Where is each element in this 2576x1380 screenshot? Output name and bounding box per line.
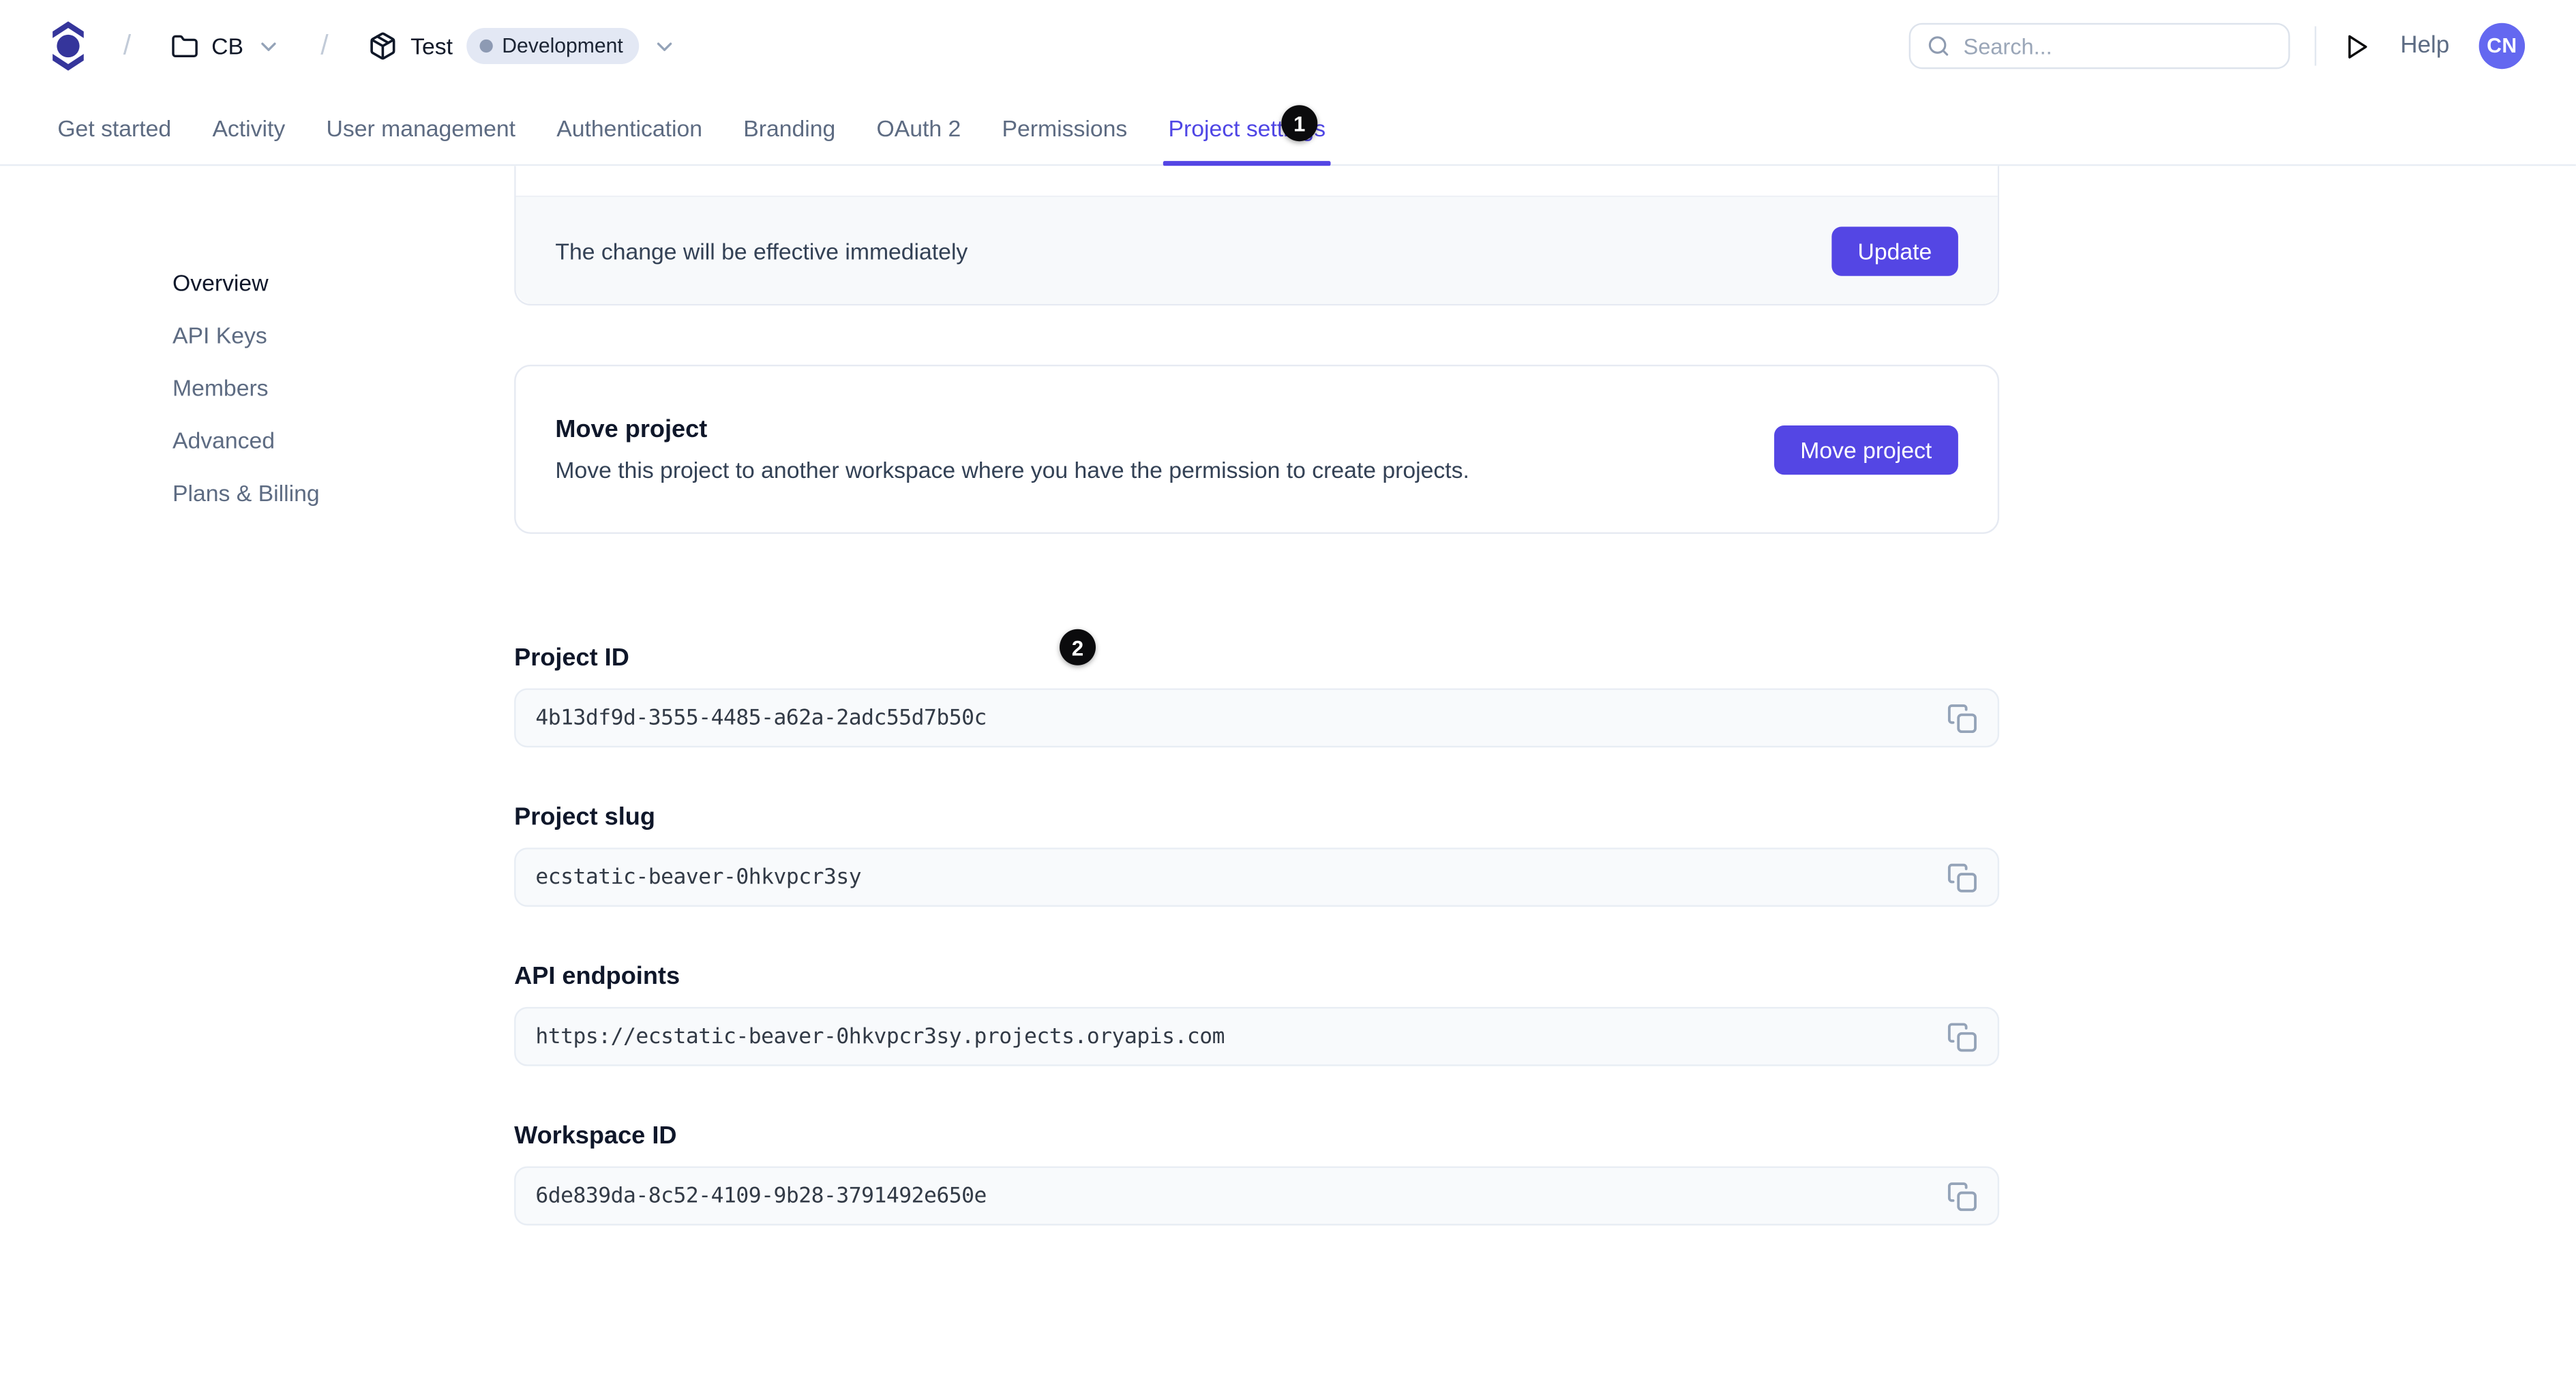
field-value-box: 4b13df9d-3555-4485-a62a-2adc55d7b50c [514,688,2000,748]
update-card: The change will be effective immediately… [514,166,2000,306]
move-project-button[interactable]: Move project [1773,424,1958,475]
tab-oauth2[interactable]: OAuth 2 [871,92,965,164]
annotation-badge-1: 1 [1281,105,1318,142]
search-box [1909,22,2290,70]
sidebar-item-plans-billing[interactable]: Plans & Billing [173,481,320,505]
environment-dot-icon [479,39,492,53]
field-label: Project ID [514,644,629,672]
sidebar-item-advanced[interactable]: Advanced [173,429,275,452]
search-icon [1928,35,1951,58]
avatar[interactable]: CN [2478,22,2526,70]
field-project-id: Project ID 4b13df9d-3555-4485-a62a-2adc5… [514,644,2000,748]
move-project-text: Move project Move this project to anothe… [555,416,1469,483]
copy-icon [1947,1022,1977,1051]
field-api-endpoints: API endpoints https://ecstatic-beaver-0h… [514,962,2000,1066]
search-input[interactable] [1963,33,2273,59]
field-value-box: https://ecstatic-beaver-0hkvpcr3sy.proje… [514,1006,2000,1066]
tab-branding[interactable]: Branding [738,92,840,164]
top-header: / CB / Test Development Search... Help C… [0,0,2576,92]
field-project-slug: Project slug ecstatic-beaver-0hkvpcr3sy [514,803,2000,907]
update-card-body [515,166,1998,196]
copy-icon [1947,1181,1977,1210]
main-content: The change will be effective immediately… [514,166,2000,1379]
tab-authentication[interactable]: Authentication [552,92,707,164]
field-label: Project slug [514,803,655,832]
help-link[interactable]: Help [2400,33,2449,59]
tab-bar: Get started Activity User management Aut… [0,91,2576,166]
ory-logo-icon [53,21,84,71]
move-project-description: Move this project to another workspace w… [555,456,1469,483]
copy-button[interactable] [1943,699,1981,736]
copy-button[interactable] [1943,858,1981,896]
move-project-card: Move project Move this project to anothe… [514,364,2000,535]
field-value: 4b13df9d-3555-4485-a62a-2adc55d7b50c [535,705,987,730]
copy-button[interactable] [1943,1177,1981,1214]
app-root: / CB / Test Development Search... Help C… [0,0,2576,1366]
project-name: Test [410,33,453,59]
play-icon [2348,34,2367,58]
tab-get-started[interactable]: Get started [53,92,176,164]
header-actions: Help CN [1909,22,2526,70]
workspace-switcher[interactable]: CB [170,32,282,60]
move-project-title: Move project [555,415,708,444]
breadcrumb-separator: / [123,29,132,61]
tab-user-management[interactable]: User management [321,92,520,164]
project-switcher[interactable]: Test Development [368,27,677,64]
breadcrumb-separator: / [320,29,329,61]
content-area: Overview API Keys Members Advanced Plans… [0,166,2576,1379]
field-label: Workspace ID [514,1122,677,1150]
sidebar-item-overview[interactable]: Overview [173,271,269,295]
sidebar-item-api-keys[interactable]: API Keys [173,324,267,347]
environment-label: Development [502,34,623,58]
field-workspace-id: Workspace ID 6de839da-8c52-4109-9b28-379… [514,1122,2000,1226]
copy-button[interactable] [1943,1018,1981,1055]
copy-icon [1947,703,1977,732]
field-value: 6de839da-8c52-4109-9b28-3791492e650e [535,1183,987,1209]
tab-permissions[interactable]: Permissions [997,92,1132,164]
sidebar-item-members[interactable]: Members [173,376,269,400]
tab-activity[interactable]: Activity [207,92,290,164]
chevron-down-icon [256,33,281,58]
package-icon [368,31,397,61]
field-value-box: 6de839da-8c52-4109-9b28-3791492e650e [514,1166,2000,1226]
update-card-footer: The change will be effective immediately… [515,195,1998,304]
field-label: API endpoints [514,962,680,991]
chevron-down-icon [653,33,677,58]
header-breadcrumb-area: / CB / Test Development [53,21,677,71]
annotation-badge-2: 2 [1059,629,1096,665]
header-divider [2315,26,2317,66]
field-value: https://ecstatic-beaver-0hkvpcr3sy.proje… [535,1024,1225,1049]
field-value: ecstatic-beaver-0hkvpcr3sy [535,865,862,890]
workspace-name: CB [211,33,244,59]
update-message: The change will be effective immediately [555,237,968,264]
field-value-box: ecstatic-beaver-0hkvpcr3sy [514,847,2000,907]
play-button[interactable] [2343,32,2371,60]
project-identifiers: Project ID 4b13df9d-3555-4485-a62a-2adc5… [514,644,2000,1226]
copy-icon [1947,862,1977,892]
ory-logo[interactable] [53,21,84,71]
folder-icon [170,32,198,60]
settings-sidebar: Overview API Keys Members Advanced Plans… [0,166,514,534]
update-button[interactable]: Update [1831,226,1958,275]
environment-badge: Development [466,27,640,64]
